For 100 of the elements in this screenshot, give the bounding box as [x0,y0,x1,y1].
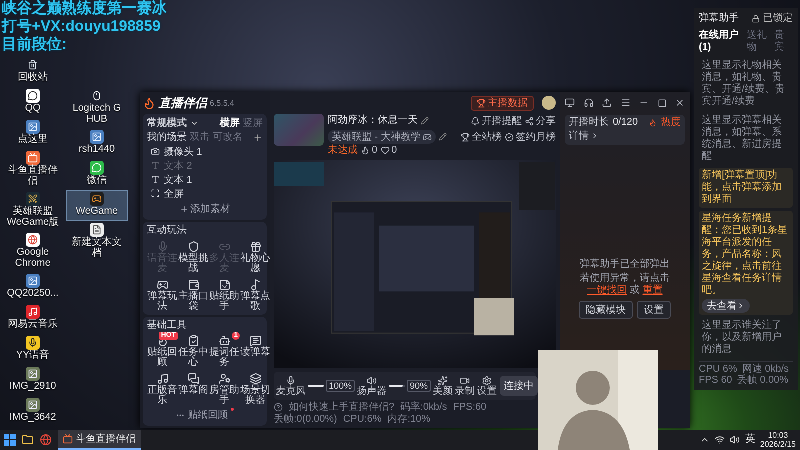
monthly-rank-link[interactable]: 签约月榜 [505,130,556,144]
overlay-caption: 目前段位: [2,36,67,54]
shortcut-label: QQ [25,104,41,114]
flame-icon [361,146,370,156]
chat-bubble-icon [90,161,104,175]
widget-tab[interactable]: 送礼物 [747,30,775,53]
reset-link[interactable]: 重置 [642,284,663,296]
add-icon[interactable] [253,132,263,142]
category-tag[interactable]: 英雄联盟 - 大神教学 [328,130,436,144]
add-source-button[interactable]: 添加素材 [147,201,263,217]
volume-slider[interactable] [389,382,406,390]
clock-time: 10:03 [768,430,788,440]
more-tools-button[interactable]: 贴纸回顾 [147,407,263,423]
desktop-shortcut[interactable]: 新建文本文档 [66,221,128,262]
tool-button[interactable]: 弹幕点歌 [240,276,271,312]
headset-icon[interactable] [584,98,594,108]
tool-button[interactable]: 场景切换器 [240,370,271,406]
music-note-icon [250,278,262,290]
desktop-shortcut[interactable]: QQ [2,87,64,118]
tool-button[interactable]: 录制 [455,376,476,396]
details-link[interactable]: 详情 [569,128,599,142]
tool-button[interactable]: 任务中心 [178,332,209,368]
tool-button[interactable]: 主播口袋 [178,276,209,312]
monitor-icon[interactable] [565,98,575,108]
panel-button[interactable]: 设置 [637,300,671,318]
shield-icon [188,240,200,252]
tool-button[interactable]: 美颜 [433,376,454,396]
close-icon[interactable] [675,98,685,108]
source-item[interactable]: 摄像头 1 [147,145,263,158]
tool-button[interactable]: 弹幕玩法 [147,276,178,312]
edit-icon[interactable] [438,133,447,141]
volume-icon[interactable] [730,435,740,445]
view-button[interactable]: 去查看 [702,299,750,313]
like-count[interactable]: 0 [380,145,398,156]
desktop-shortcut[interactable]: IMG_2910 [2,365,64,396]
desktop-shortcut[interactable]: Logitech G HUB [66,87,128,128]
shortcut-label: 新建文本文档 [71,238,123,259]
edit-icon[interactable] [421,117,429,125]
taskbar-app[interactable]: 斗鱼直播伴侣 [58,430,141,450]
desktop-shortcut[interactable]: QQ20250... [2,272,64,303]
speaker-icon [367,376,378,386]
duration-value: 0/120 [613,117,638,128]
menu-icon[interactable] [620,98,630,108]
flame-count[interactable]: 0 [361,145,378,156]
desktop-shortcut[interactable]: 点这里 [2,118,64,149]
tool-button[interactable]: 礼物心愿 [240,238,271,274]
network-icon[interactable] [715,435,726,445]
volume-slider[interactable] [308,382,324,390]
share-icon [525,116,534,126]
desktop-shortcut[interactable]: WeGame [66,190,128,221]
desktop-shortcut[interactable]: 微信 [66,159,128,190]
message-text: 星海任务新增提醒：您已收到1条星海平台派发的任务，产品名称：风之旋律，点击前往星海查看任务详情吧。 [702,213,789,297]
tool-button[interactable]: 正版音乐 [147,370,178,406]
desktop-shortcut[interactable]: 网易云音乐 [2,303,64,334]
sticker-icon [218,278,230,290]
source-item[interactable]: 文本 1 [147,173,263,186]
notification-dot [231,408,234,411]
tool-button[interactable]: 模型挑战 [178,238,209,274]
image-icon [26,398,40,412]
windows-start-icon[interactable] [4,434,16,446]
desktop-shortcut[interactable]: 斗鱼直播伴侣 [2,149,64,190]
message-text: 这里显示礼物相关消息，如礼物、贵宾、开通/续费、贵宾开通/续费 [701,58,786,109]
desktop-shortcut[interactable]: Google Chrome [2,231,64,272]
plus-icon [180,204,188,214]
shortcut-label: 微信 [87,176,107,186]
panel-button[interactable]: 隐藏模块 [579,300,633,318]
recover-link[interactable]: 一键找回 [587,284,628,296]
tool-button[interactable]: 房管助手 [209,370,240,406]
wallet-icon [188,278,200,290]
upload-icon[interactable] [602,98,612,108]
source-item[interactable]: 全屏 [147,187,263,200]
desktop-shortcut[interactable]: rsh1440 [66,128,128,159]
shortcut-label: Logitech G HUB [72,104,122,125]
orientation-tab[interactable]: 横屏 [220,118,240,130]
connect-button[interactable]: 连接中 [500,376,538,396]
widget-tab[interactable]: 在线用户(1) [699,30,748,53]
folder-icon[interactable] [22,434,34,446]
desktop-shortcut[interactable]: 回收站 [2,56,64,87]
tool-button[interactable]: 设置 [477,376,498,396]
globe-icon[interactable] [40,434,52,446]
remind-link[interactable]: 开播提醒 [471,114,522,128]
desktop-shortcut[interactable]: 英雄联盟 WeGame版 [2,190,64,231]
speaker-button[interactable]: 扬声器 [357,376,388,396]
music-note-icon [156,373,168,385]
desktop-shortcut[interactable]: IMG_3642 [2,396,64,427]
tool-button[interactable]: 读弹幕 [240,332,271,368]
app-version: 6.5.5.4 [210,98,234,108]
maximize-icon[interactable] [658,98,666,108]
duration-label: 开播时长 [569,117,609,128]
heat-label: 热度 [661,117,681,128]
share-link[interactable]: 分享 [525,114,556,128]
settings-icon [482,376,492,386]
input-method: 英 [745,434,756,446]
microphone-button[interactable]: 麦克风 [276,376,306,396]
scene-title: 我的场景 [147,132,187,144]
streamer-data-button[interactable]: 主播数据 [471,96,534,110]
tool-button[interactable]: 弹幕阁 [178,370,209,406]
tool-button[interactable]: 贴纸助手 [209,276,240,312]
rank-link[interactable]: 全站榜 [461,130,502,144]
desktop-shortcut[interactable]: YY语音 [2,334,64,365]
